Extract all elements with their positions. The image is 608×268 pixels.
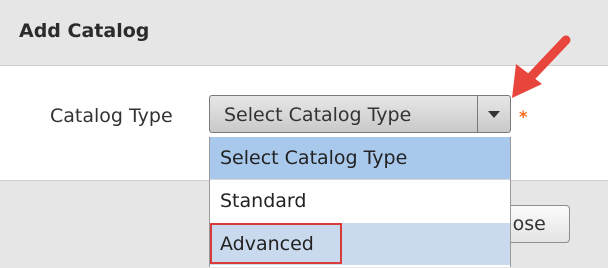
required-asterisk: * — [519, 107, 528, 126]
catalog-type-label: Catalog Type — [50, 105, 173, 127]
dialog-title: Add Catalog — [19, 20, 150, 42]
dropdown-option-standard[interactable]: Standard — [210, 179, 510, 221]
advanced-highlight-box — [210, 223, 342, 264]
red-arrow-annotation-icon — [512, 35, 571, 98]
dropdown-option-select-catalog-type[interactable]: Select Catalog Type — [210, 137, 510, 179]
add-catalog-dialog: Add Catalog Catalog Type Select Catalog … — [0, 0, 608, 268]
catalog-type-select[interactable]: Select Catalog Type — [209, 95, 511, 133]
caret-down-icon-glyph — [488, 110, 500, 118]
catalog-type-selected-value: Select Catalog Type — [224, 104, 412, 126]
